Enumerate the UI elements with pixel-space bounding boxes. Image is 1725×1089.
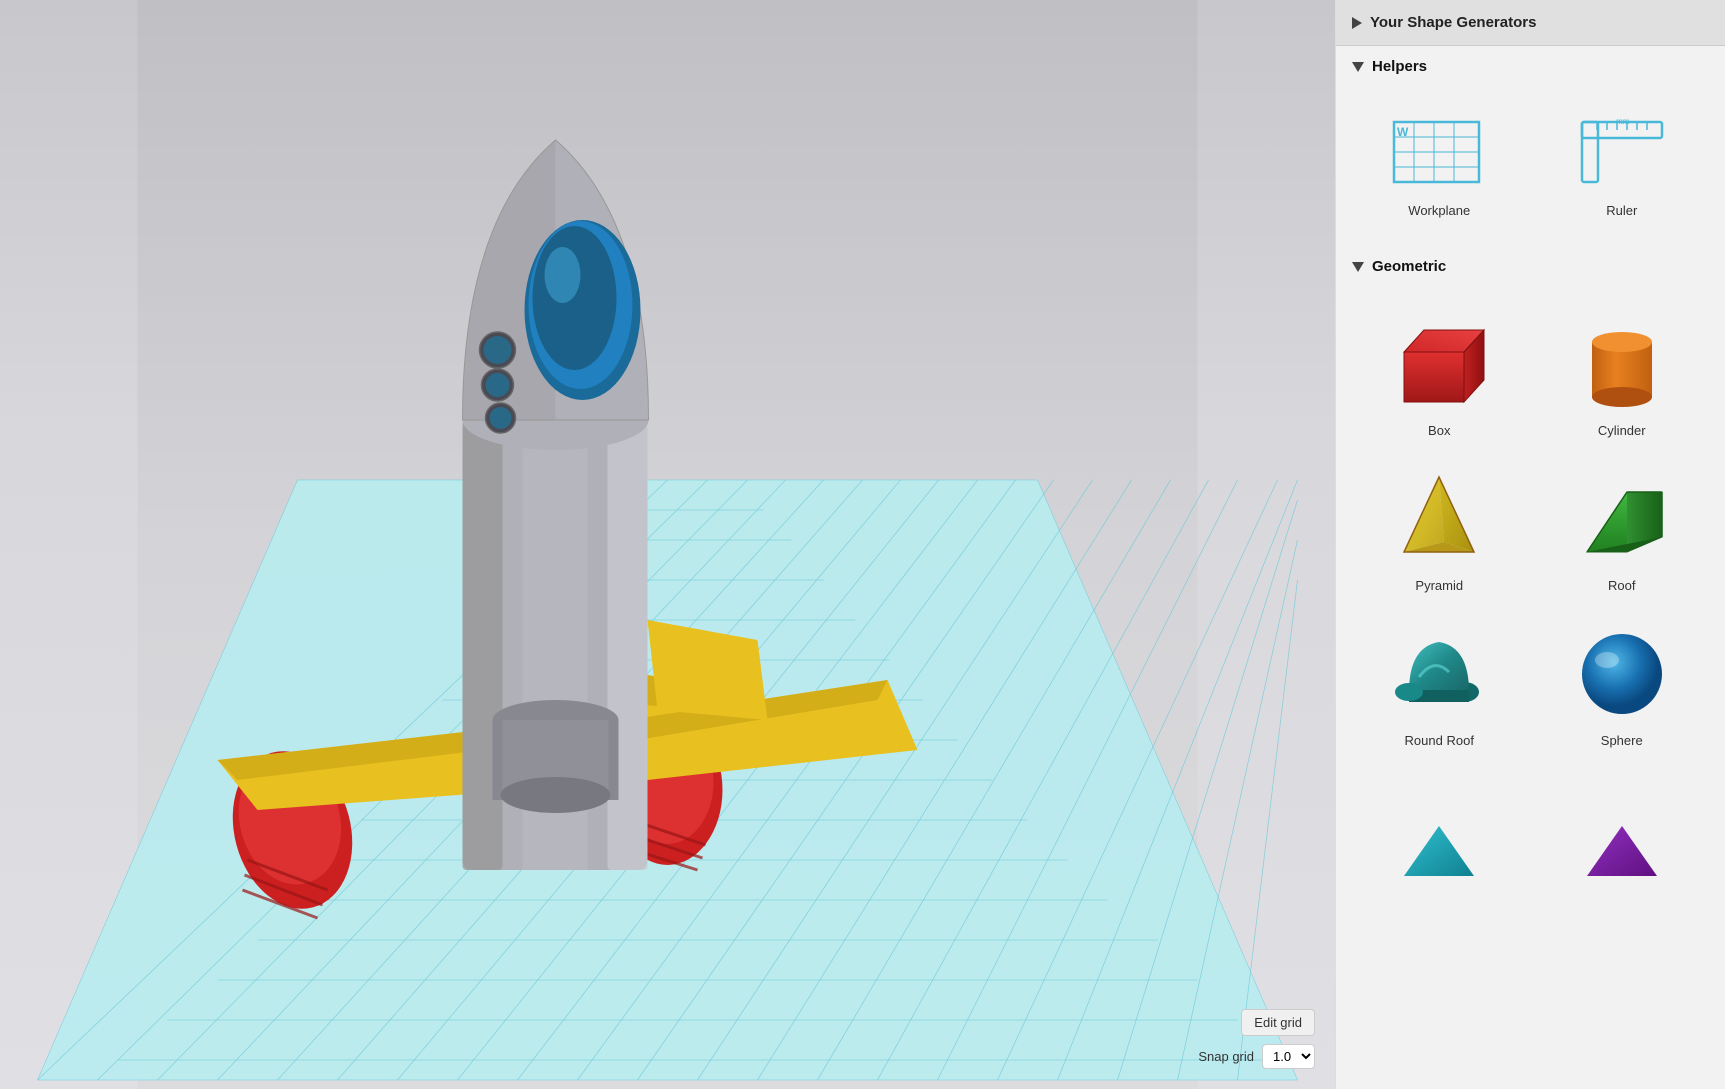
edit-grid-button[interactable]: Edit grid [1241, 1009, 1315, 1036]
svg-text:mm: mm [1616, 117, 1630, 126]
svg-text:W: W [1397, 125, 1409, 139]
sphere-shape-icon [1567, 617, 1677, 727]
geometric-title: Geometric [1372, 258, 1446, 275]
ruler-icon: mm [1567, 107, 1677, 197]
sphere-label: Sphere [1601, 733, 1643, 748]
box-shape-icon [1384, 307, 1494, 417]
snap-grid-select[interactable]: 1.0 0.5 2.0 [1262, 1044, 1315, 1069]
cylinder-shape-item[interactable]: Cylinder [1531, 295, 1714, 450]
roof-shape-item[interactable]: Roof [1531, 450, 1714, 605]
workplane-label: Workplane [1408, 203, 1470, 218]
shapes-grid: Box [1336, 287, 1725, 776]
geometric-section-header[interactable]: Geometric [1336, 246, 1725, 287]
extra-shape-2-icon [1567, 796, 1677, 906]
workplane-item[interactable]: W Workplane [1348, 95, 1531, 230]
cylinder-label: Cylinder [1598, 423, 1646, 438]
collapse-helpers-icon [1352, 62, 1364, 72]
extra-shape-1[interactable] [1348, 784, 1531, 918]
shape-generators-header[interactable]: Your Shape Generators [1336, 0, 1725, 46]
viewport[interactable]: Edit grid Snap grid 1.0 0.5 2.0 [0, 0, 1335, 1089]
helpers-grid: W Workplane mm [1336, 87, 1725, 246]
round-roof-shape-item[interactable]: Round Roof [1348, 605, 1531, 760]
ruler-item[interactable]: mm Ruler [1531, 95, 1714, 230]
pyramid-shape-item[interactable]: Pyramid [1348, 450, 1531, 605]
pyramid-shape-icon [1384, 462, 1494, 572]
round-roof-label: Round Roof [1405, 733, 1474, 748]
pyramid-label: Pyramid [1415, 578, 1463, 593]
extra-shape-2[interactable] [1531, 784, 1714, 918]
expand-shape-gen-icon [1352, 17, 1362, 29]
roof-shape-icon [1567, 462, 1677, 572]
helpers-section-header[interactable]: Helpers [1336, 46, 1725, 87]
snap-grid-label: Snap grid [1198, 1049, 1254, 1064]
extra-shape-1-icon [1384, 796, 1494, 906]
box-label: Box [1428, 423, 1450, 438]
workplane-icon: W [1384, 107, 1494, 197]
box-shape-item[interactable]: Box [1348, 295, 1531, 450]
sphere-shape-item[interactable]: Sphere [1531, 605, 1714, 760]
sidebar: Your Shape Generators Helpers W [1335, 0, 1725, 1089]
extra-shapes-grid [1336, 776, 1725, 934]
round-roof-shape-icon [1384, 617, 1494, 727]
collapse-geometric-icon [1352, 262, 1364, 272]
roof-label: Roof [1608, 578, 1635, 593]
ruler-label: Ruler [1606, 203, 1637, 218]
helpers-title: Helpers [1372, 58, 1427, 75]
bottom-controls: Edit grid Snap grid 1.0 0.5 2.0 [1198, 1009, 1315, 1069]
shape-generators-title: Your Shape Generators [1370, 14, 1536, 31]
cylinder-shape-icon [1567, 307, 1677, 417]
